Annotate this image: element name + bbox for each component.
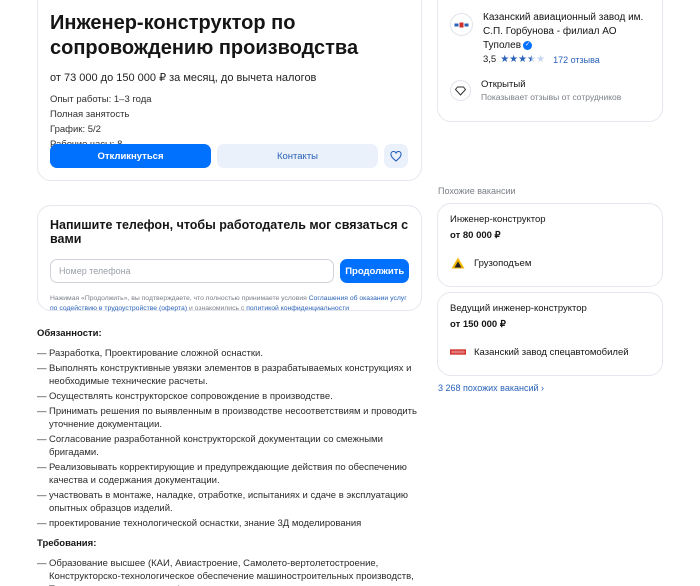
company-header[interactable]: Казанский авиационный завод им. С.П. Гор… (450, 11, 650, 53)
rating-stars-icon: ★★★★★ (500, 54, 546, 65)
duty-item: Принимать решения по выявленным в произв… (37, 405, 427, 431)
similar-vacancy-card[interactable]: Инженер-конструктор от 80 000 ₽ Грузопод… (437, 203, 663, 287)
vacancy-salary: от 73 000 до 150 000 ₽ за месяц, до выче… (50, 72, 317, 84)
vacancy-description: Обязанности: Разработка, Проектирование … (37, 328, 427, 586)
respond-button[interactable]: Откликнуться (50, 144, 211, 168)
company-logo-mark (454, 22, 469, 27)
company-logo-icon (450, 255, 466, 271)
heart-icon (390, 150, 402, 162)
favorite-button[interactable] (384, 144, 408, 168)
company-card: Казанский авиационный завод им. С.П. Гор… (437, 0, 663, 122)
duty-item: Согласование разработанной конструкторск… (37, 433, 427, 459)
vacancy-facts: Опыт работы: 1–3 года Полная занятость Г… (50, 92, 409, 152)
duties-title: Обязанности: (37, 328, 102, 339)
duty-item: проектирование технологической оснастки,… (37, 517, 427, 530)
vacancy-title: Инженер-конструктор по сопровождению про… (50, 12, 359, 59)
chevron-right-icon: › (541, 383, 545, 393)
reviews-link[interactable]: 172 отзыва (553, 55, 600, 65)
similar-vacancy-title[interactable]: Инженер-конструктор (450, 214, 650, 225)
company-logo[interactable] (450, 13, 473, 36)
rating-value: 3,5 (483, 54, 497, 65)
duty-item: Реализовывать корректирующие и предупреж… (37, 461, 427, 487)
phone-legal-text: Нажимая «Продолжить», вы подтверждаете, … (50, 294, 415, 314)
vacancy-card: Инженер-конструктор по сопровождению про… (37, 0, 422, 181)
similar-vacancy-salary: от 80 000 ₽ (450, 230, 501, 241)
diamond-icon (450, 80, 471, 101)
company-name[interactable]: Казанский авиационный завод им. С.П. Гор… (483, 11, 650, 53)
phone-title: Напишите телефон, чтобы работодатель мог… (50, 218, 409, 246)
vacancy-actions: Откликнуться Контакты (50, 144, 408, 168)
open-employer-badge: Открытый Показывает отзывы от сотруднико… (450, 79, 650, 102)
phone-card: Напишите телефон, чтобы работодатель мог… (37, 205, 422, 314)
similar-vacancy-company: Грузоподъем (450, 255, 650, 271)
requirements-title: Требования: (37, 538, 97, 549)
similar-vacancy-company: Казанский завод спецавтомобилей (450, 344, 650, 360)
similar-heading: Похожие вакансии (438, 186, 516, 196)
more-similar-link[interactable]: 3 268 похожих вакансий › (438, 383, 544, 393)
duty-item: Выполнять конструктивные увязки элементо… (37, 362, 427, 388)
legal-middle: и ознакомились с (187, 305, 247, 312)
duty-item: участвовать в монтаже, наладке, отработк… (37, 489, 427, 515)
privacy-link[interactable]: политикой конфиденциальности (246, 305, 349, 312)
duty-item: Разработка, Проектирование сложной оснас… (37, 347, 427, 360)
requirement-item: Образование высшее (КАИ, Авиастроение, С… (37, 557, 427, 586)
phone-input[interactable] (50, 259, 335, 283)
open-title: Открытый (481, 79, 526, 90)
legal-prefix: Нажимая «Продолжить», вы подтверждаете, … (50, 295, 309, 302)
company-name: Казанский завод спецавтомобилей (474, 346, 629, 358)
company-name: Грузоподъем (474, 257, 532, 269)
fact-employment: Полная занятость (50, 109, 130, 120)
similar-vacancy-title[interactable]: Ведущий инженер-конструктор (450, 303, 650, 314)
duty-item: Осуществлять конструкторское сопровожден… (37, 390, 427, 403)
continue-button[interactable]: Продолжить (340, 259, 409, 283)
phone-form: Продолжить (50, 259, 409, 283)
fact-experience: Опыт работы: 1–3 года (50, 94, 152, 105)
similar-vacancy-card[interactable]: Ведущий инженер-конструктор от 150 000 ₽… (437, 292, 663, 376)
open-subtitle: Показывает отзывы от сотрудников (481, 92, 622, 102)
similar-vacancy-salary: от 150 000 ₽ (450, 319, 506, 330)
fact-schedule: График: 5/2 (50, 124, 101, 135)
company-name-text: Казанский авиационный завод им. С.П. Гор… (483, 12, 644, 51)
more-similar-text: 3 268 похожих вакансий (438, 383, 539, 393)
verified-icon: ✓ (523, 40, 533, 50)
contacts-button[interactable]: Контакты (217, 144, 378, 168)
company-rating: 3,5 ★★★★★ 172 отзыва (483, 54, 650, 65)
company-logo-icon (450, 344, 466, 360)
